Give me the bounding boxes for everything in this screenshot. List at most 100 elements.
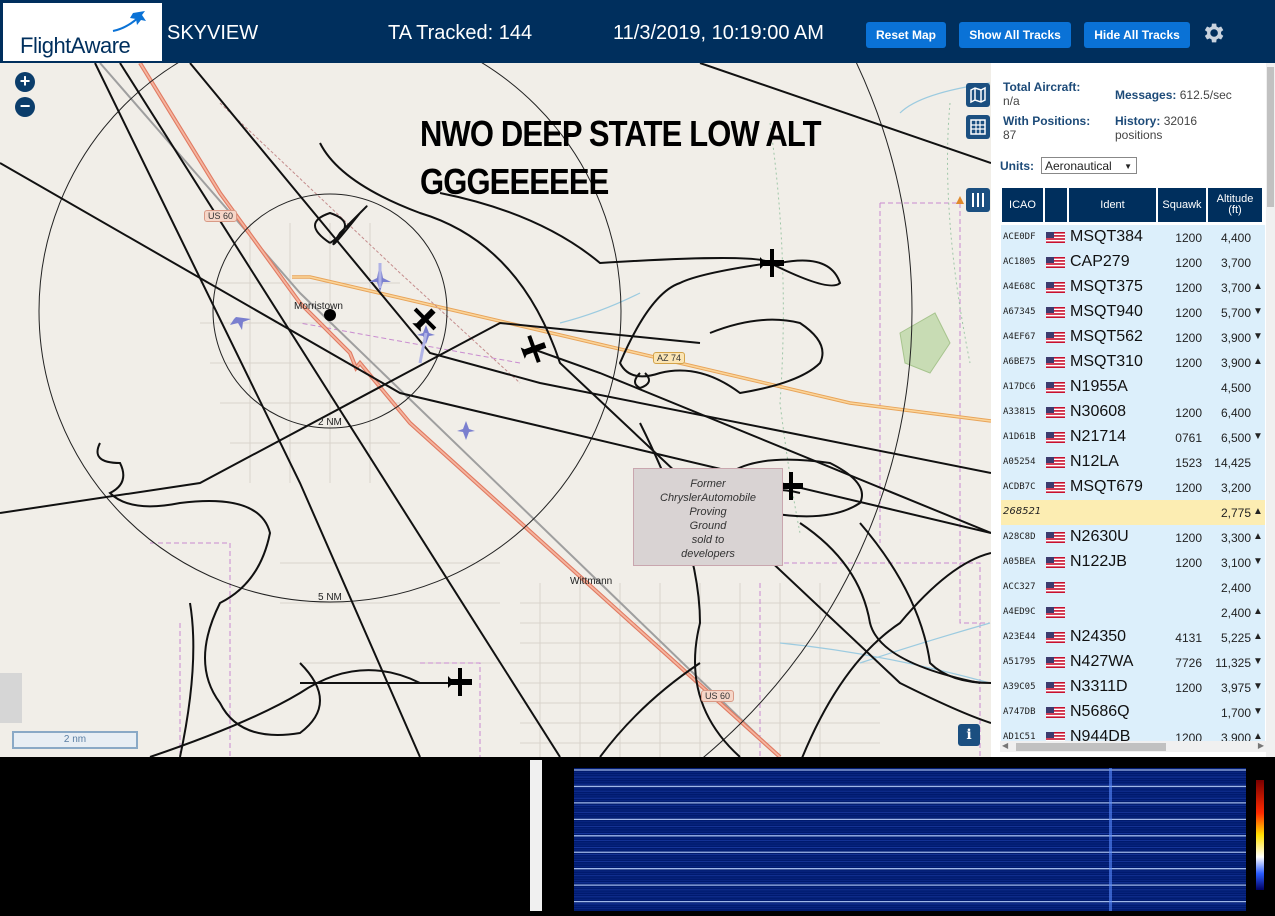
scale-bar: 2 nm [12,731,138,749]
vertical-rate-icon: ▼ [1253,431,1263,442]
top-bar: FlightAware SKYVIEW TA Tracked: 144 11/3… [0,0,1275,63]
icao-cell: A05BEA [1003,557,1036,567]
table-row[interactable]: AC1805 CAP279 1200 3,700 [1001,250,1265,276]
scroll-left-arrow-icon[interactable]: ◀ [1002,741,1008,750]
us-flag-icon [1046,232,1065,243]
ident-cell: MSQT940 [1070,303,1143,320]
units-select[interactable]: Aeronautical [1041,157,1137,175]
scrollbar-thumb[interactable] [1267,67,1274,207]
altitude-cell: 3,975 [1220,681,1251,695]
altitude-cell: 11,325 [1215,656,1251,670]
table-row[interactable]: A67345 MSQT940 1200 5,700 ▼ [1001,300,1265,326]
column-header-icao[interactable]: ICAO [1002,188,1043,222]
hide-all-tracks-button[interactable]: Hide All Tracks [1084,22,1190,48]
squawk-cell: 4131 [1175,631,1202,645]
table-row[interactable]: A33815 N30608 1200 6,400 [1001,400,1265,426]
altitude-cell: 3,700 [1220,256,1251,270]
icao-cell: A6BE75 [1003,357,1036,367]
us-flag-icon [1046,382,1065,393]
overlay-text-line1: NWO DEEP STATE LOW ALT [420,113,822,154]
scrollbar-thumb[interactable] [1016,743,1166,751]
show-all-tracks-button[interactable]: Show All Tracks [959,22,1071,48]
us-flag-icon [1046,457,1065,468]
panel-vertical-scrollbar[interactable] [1266,63,1275,757]
units-select-value: Aeronautical [1045,159,1112,173]
squawk-cell: 1200 [1175,231,1202,245]
icao-cell: ACDB7C [1003,482,1036,492]
vertical-rate-icon: ▼ [1253,656,1263,667]
table-row[interactable]: A6BE75 MSQT310 1200 3,900 ▲ [1001,350,1265,376]
altitude-cell: 1,700 [1220,706,1251,720]
highway-shield-az74: AZ 74 [653,352,686,364]
column-header-ident[interactable]: Ident [1069,188,1156,222]
us-flag-icon [1046,407,1065,418]
table-row[interactable]: A28C8D N2630U 1200 3,300 ▲ [1001,525,1265,551]
table-row[interactable]: A51795 N427WA 7726 11,325 ▼ [1001,650,1265,676]
us-flag-icon [1046,257,1065,268]
table-row[interactable]: A05BEA N122JB 1200 3,100 ▼ [1001,550,1265,576]
us-flag-icon [1046,432,1065,443]
panel-horizontal-scrollbar[interactable]: ◀ ▶ [1000,741,1266,752]
flightaware-logo[interactable]: FlightAware [3,3,162,61]
collapse-arrow-icon[interactable] [956,195,965,205]
with-positions-value: 87 [1003,128,1017,142]
map-view[interactable]: + − NWO DEEP STATE LOW ALT GGGEEEEEE Mor… [0,63,991,757]
zoom-out-button[interactable]: − [15,97,35,117]
table-row[interactable]: A1D61B N21714 0761 6,500 ▼ [1001,425,1265,451]
map-layers-button[interactable] [966,83,990,107]
icao-cell: A4EF67 [1003,332,1036,342]
us-flag-icon [1046,657,1065,668]
table-row[interactable]: A4E68C MSQT375 1200 3,700 ▲ [1001,275,1265,301]
gear-icon[interactable] [1200,20,1226,46]
info-button[interactable]: i [958,724,980,746]
table-row[interactable]: ACDB7C MSQT679 1200 3,200 [1001,475,1265,501]
table-row[interactable]: ACE0DF MSQT384 1200 4,400 [1001,225,1265,251]
reset-map-button[interactable]: Reset Map [866,22,946,48]
us-flag-icon [1046,632,1065,643]
waterfall-spectrogram [542,760,1275,911]
zoom-in-button[interactable]: + [15,72,35,92]
scroll-right-arrow-icon[interactable]: ▶ [1258,741,1264,750]
altitude-cell: 3,900 [1220,356,1251,370]
former-label-line: Proving [689,506,727,518]
table-row[interactable]: ACC327 2,400 [1001,575,1265,601]
table-row[interactable]: A17DC6 N1955A 4,500 [1001,375,1265,401]
empty-black-panel [0,760,530,911]
column-header-altitude[interactable]: Altitude (ft) [1208,188,1262,222]
table-row[interactable]: A4EF67 MSQT562 1200 3,900 ▼ [1001,325,1265,351]
altitude-cell: 6,500 [1220,431,1251,445]
table-row[interactable]: A05254 N12LA 1523 14,425 [1001,450,1265,476]
us-flag-icon [1046,307,1065,318]
former-label-line: Ground [689,520,727,532]
altitude-cell: 5,225 [1220,631,1251,645]
icao-cell: A28C8D [1003,532,1036,542]
table-row[interactable]: A39C05 N3311D 1200 3,975 ▼ [1001,675,1265,701]
ident-cell: N21714 [1070,428,1127,445]
table-row[interactable]: A23E44 N24350 4131 5,225 ▲ [1001,625,1265,651]
table-row[interactable]: A4ED9C 2,400 ▲ [1001,600,1265,626]
former-label-line: Former [690,478,726,490]
grid-icon [970,119,986,135]
grid-toggle-button[interactable] [966,115,990,139]
overlay-text-line2: GGGEEEEEE [420,161,609,202]
us-flag-icon [1046,357,1065,368]
icao-cell: A33815 [1003,407,1036,417]
altitude-cell: 3,100 [1220,556,1251,570]
us-flag-icon [1046,707,1065,718]
column-header-flag[interactable] [1045,188,1067,222]
altitude-cell: 3,700 [1220,281,1251,295]
ident-cell: N3311D [1070,678,1128,695]
altitude-cell: 3,200 [1220,481,1251,495]
column-header-squawk[interactable]: Squawk [1158,188,1206,222]
plane-logo-icon [112,11,146,32]
squawk-cell: 1200 [1175,256,1202,270]
vertical-rate-icon: ▼ [1253,706,1263,717]
ident-cell: N30608 [1070,403,1127,420]
squawk-cell: 1200 [1175,281,1202,295]
columns-toggle-button[interactable] [966,188,990,212]
total-aircraft-label: Total Aircraft: [1003,80,1081,94]
history-value: 32016 [1163,114,1198,128]
table-row[interactable]: A747DB N5686Q 1,700 ▼ [1001,700,1265,726]
altitude-cell: 2,400 [1220,581,1251,595]
table-row[interactable]: 268521 2,775 ▲ [1001,500,1265,526]
